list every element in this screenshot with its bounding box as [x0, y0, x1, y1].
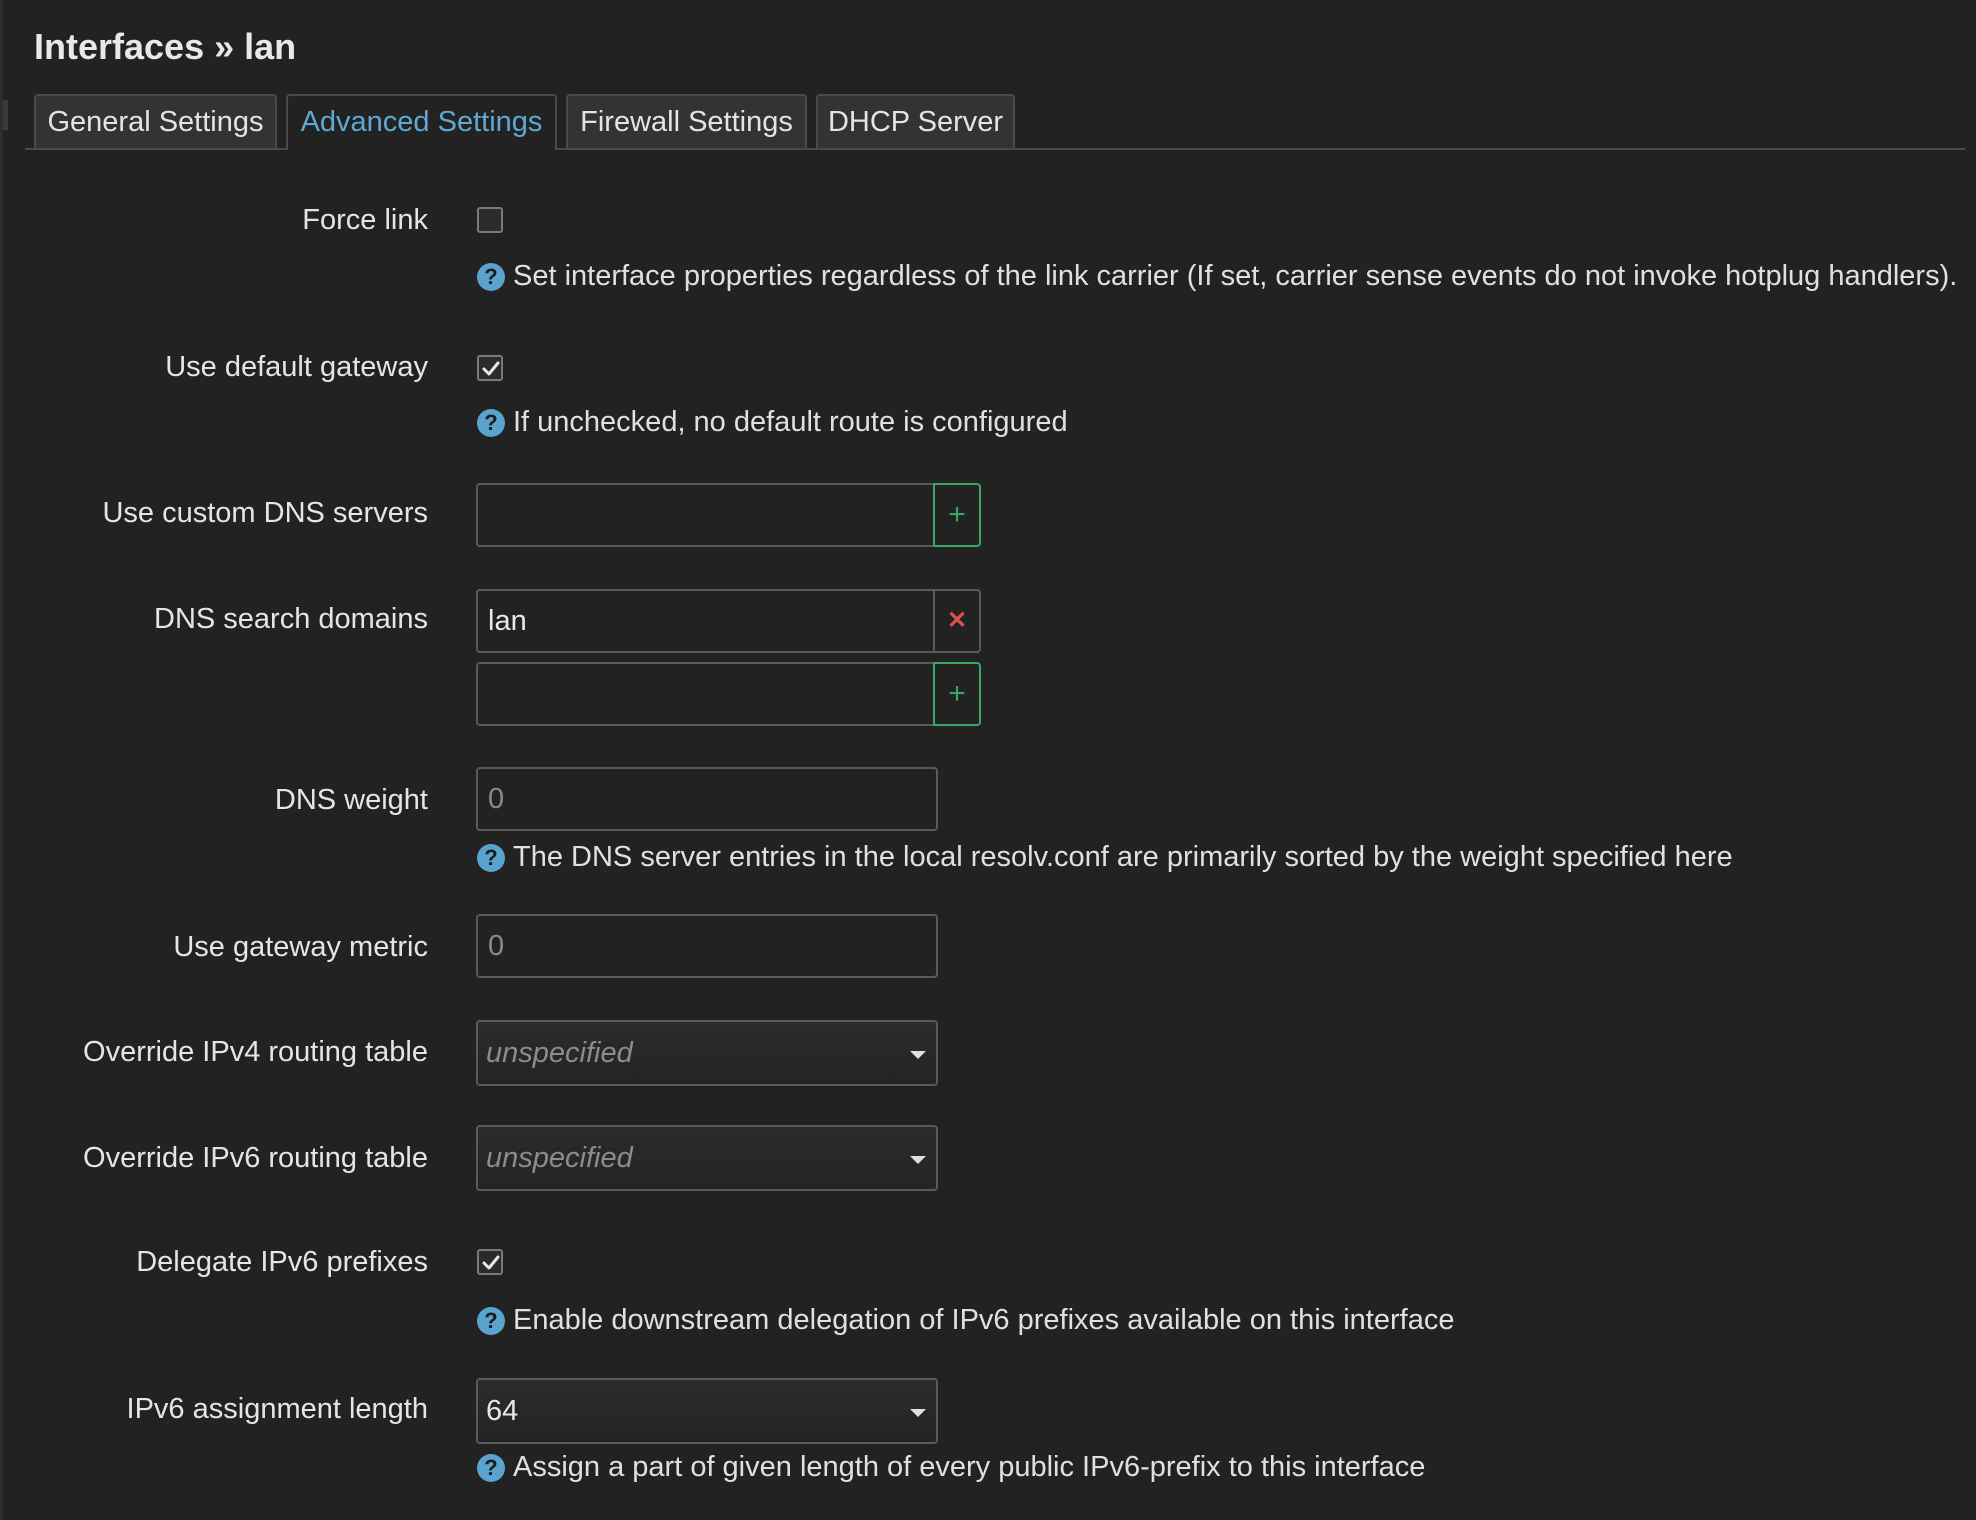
ipv6-assign-select[interactable]: 64	[476, 1378, 938, 1444]
delegate-ipv6-help-text: Enable downstream delegation of IPv6 pre…	[513, 1304, 1455, 1336]
dns-search-label: DNS search domains	[154, 603, 428, 635]
delegate-ipv6-help: ? Enable downstream delegation of IPv6 p…	[477, 1304, 1454, 1337]
checkmark-icon	[482, 1255, 500, 1270]
tab-firewall-settings[interactable]: Firewall Settings	[566, 94, 807, 148]
ipv4-table-select[interactable]: unspecified	[476, 1020, 938, 1086]
plus-icon: +	[948, 498, 966, 531]
force-link-help: ? Set interface properties regardless of…	[477, 260, 1957, 293]
help-circle-icon: ?	[477, 1306, 505, 1335]
caret-down-icon	[910, 1409, 926, 1417]
dns-weight-help-text: The DNS server entries in the local reso…	[513, 841, 1733, 873]
caret-down-icon	[910, 1051, 926, 1059]
ipv6-table-label: Override IPv6 routing table	[83, 1142, 428, 1174]
ipv6-assign-value: 64	[486, 1395, 519, 1427]
ipv6-assign-help: ? Assign a part of given length of every…	[477, 1451, 1425, 1484]
delegate-ipv6-label: Delegate IPv6 prefixes	[136, 1246, 428, 1278]
page-title: Interfaces » lan	[34, 26, 297, 67]
add-search-domain-button[interactable]: +	[933, 662, 981, 726]
dns-search-new-input[interactable]	[476, 662, 934, 726]
custom-dns-input[interactable]	[476, 483, 934, 547]
dns-weight-input[interactable]	[476, 767, 938, 831]
x-icon: ✕	[946, 607, 968, 634]
dns-weight-help: ? The DNS server entries in the local re…	[477, 841, 1733, 874]
caret-down-icon	[910, 1156, 926, 1164]
force-link-label: Force link	[302, 204, 428, 236]
sidebar-edge	[3, 100, 8, 130]
ipv6-assign-label: IPv6 assignment length	[126, 1393, 428, 1425]
ipv4-table-label: Override IPv4 routing table	[83, 1036, 428, 1068]
dns-weight-label: DNS weight	[274, 784, 428, 816]
tab-advanced-settings[interactable]: Advanced Settings	[286, 94, 557, 150]
help-circle-icon: ?	[477, 408, 505, 437]
delegate-ipv6-checkbox[interactable]	[477, 1249, 503, 1275]
checkmark-icon	[482, 361, 500, 376]
dns-search-entry-input[interactable]	[476, 589, 934, 653]
default-gateway-label: Use default gateway	[165, 351, 428, 383]
default-gateway-help: ? If unchecked, no default route is conf…	[477, 406, 1068, 439]
help-circle-icon: ?	[477, 262, 505, 291]
ipv6-table-select[interactable]: unspecified	[476, 1125, 938, 1191]
help-circle-icon: ?	[477, 1453, 505, 1482]
plus-icon: +	[948, 677, 966, 710]
default-gateway-checkbox[interactable]	[477, 355, 503, 381]
force-link-checkbox[interactable]	[477, 207, 503, 233]
ipv6-table-value: unspecified	[486, 1142, 633, 1174]
tab-dhcp-server[interactable]: DHCP Server	[816, 94, 1015, 148]
help-circle-icon: ?	[477, 843, 505, 872]
force-link-help-text: Set interface properties regardless of t…	[513, 260, 1958, 292]
page: Interfaces » lan General Settings Advanc…	[0, 0, 1976, 1520]
remove-search-domain-button[interactable]: ✕	[933, 589, 981, 653]
tab-general-settings[interactable]: General Settings	[34, 94, 277, 148]
ipv6-assign-help-text: Assign a part of given length of every p…	[513, 1451, 1426, 1483]
gateway-metric-label: Use gateway metric	[173, 931, 428, 963]
custom-dns-label: Use custom DNS servers	[102, 497, 428, 529]
gateway-metric-input[interactable]	[476, 914, 938, 978]
tab-bar: General Settings Advanced Settings Firew…	[25, 94, 1965, 150]
ipv4-table-value: unspecified	[486, 1037, 633, 1069]
add-dns-server-button[interactable]: +	[933, 483, 981, 547]
default-gateway-help-text: If unchecked, no default route is config…	[513, 406, 1068, 438]
